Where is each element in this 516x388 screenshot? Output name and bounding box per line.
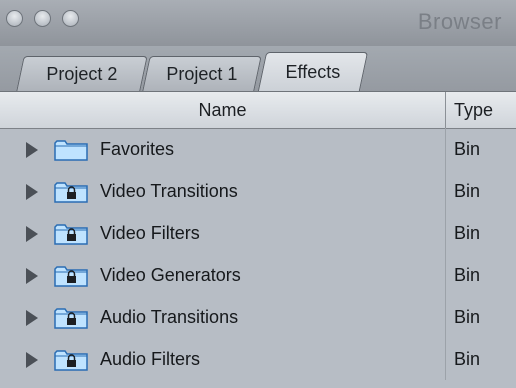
locked-folder-icon xyxy=(54,182,88,203)
item-type: Bin xyxy=(454,349,481,369)
item-type: Bin xyxy=(454,265,481,285)
tab-effects[interactable]: Effects xyxy=(257,52,369,91)
column-divider xyxy=(445,296,446,338)
tab-project-1[interactable]: Project 1 xyxy=(142,56,262,91)
disclosure-triangle-icon[interactable] xyxy=(26,184,38,200)
tab-strip: Project 2 Project 1 Effects xyxy=(0,46,516,91)
locked-folder-icon xyxy=(54,308,88,329)
list-item-favorites[interactable]: Favorites Bin xyxy=(0,128,516,170)
column-divider xyxy=(445,254,446,296)
window-title: Browser xyxy=(417,9,502,34)
tab-label: Project 2 xyxy=(46,64,118,84)
disclosure-triangle-icon[interactable] xyxy=(26,268,38,284)
close-window-button[interactable] xyxy=(6,10,23,27)
column-divider xyxy=(445,338,446,380)
name-column-header[interactable]: Name xyxy=(0,92,446,128)
item-type: Bin xyxy=(454,223,481,243)
locked-folder-icon xyxy=(54,266,88,287)
minimize-window-button[interactable] xyxy=(34,10,51,27)
item-name: Video Generators xyxy=(100,265,241,285)
disclosure-triangle-icon[interactable] xyxy=(26,352,38,368)
type-column-header[interactable]: Type xyxy=(446,92,516,128)
item-name: Favorites xyxy=(100,139,175,159)
list-item-video-filters[interactable]: Video Filters Bin xyxy=(0,212,516,254)
tab-label: Project 1 xyxy=(166,64,238,84)
locked-folder-icon xyxy=(54,224,88,245)
title-bar[interactable]: Browser xyxy=(0,0,516,47)
item-type: Bin xyxy=(454,139,481,159)
browser-window: Browser Project 2 Project 1 Effects Name… xyxy=(0,0,516,388)
column-divider xyxy=(445,212,446,254)
item-name: Video Transitions xyxy=(100,181,238,201)
column-divider xyxy=(445,170,446,212)
disclosure-triangle-icon[interactable] xyxy=(26,226,38,242)
item-type: Bin xyxy=(454,181,481,201)
disclosure-triangle-icon[interactable] xyxy=(26,310,38,326)
item-name: Audio Filters xyxy=(100,349,201,369)
folder-icon xyxy=(54,140,88,161)
column-divider xyxy=(445,128,446,170)
zoom-window-button[interactable] xyxy=(62,10,79,27)
column-header: Name Type xyxy=(0,91,516,129)
list-item-audio-filters[interactable]: Audio Filters Bin xyxy=(0,338,516,380)
tab-project-2[interactable]: Project 2 xyxy=(16,56,148,91)
bin-list: Favorites Bin Video Transitions Bin Vide… xyxy=(0,128,516,388)
item-name: Audio Transitions xyxy=(100,307,239,327)
item-type: Bin xyxy=(454,307,481,327)
list-item-video-transitions[interactable]: Video Transitions Bin xyxy=(0,170,516,212)
list-item-audio-transitions[interactable]: Audio Transitions Bin xyxy=(0,296,516,338)
disclosure-triangle-icon[interactable] xyxy=(26,142,38,158)
locked-folder-icon xyxy=(54,350,88,371)
list-item-video-generators[interactable]: Video Generators Bin xyxy=(0,254,516,296)
item-name: Video Filters xyxy=(100,223,200,243)
tab-label: Effects xyxy=(285,62,341,82)
